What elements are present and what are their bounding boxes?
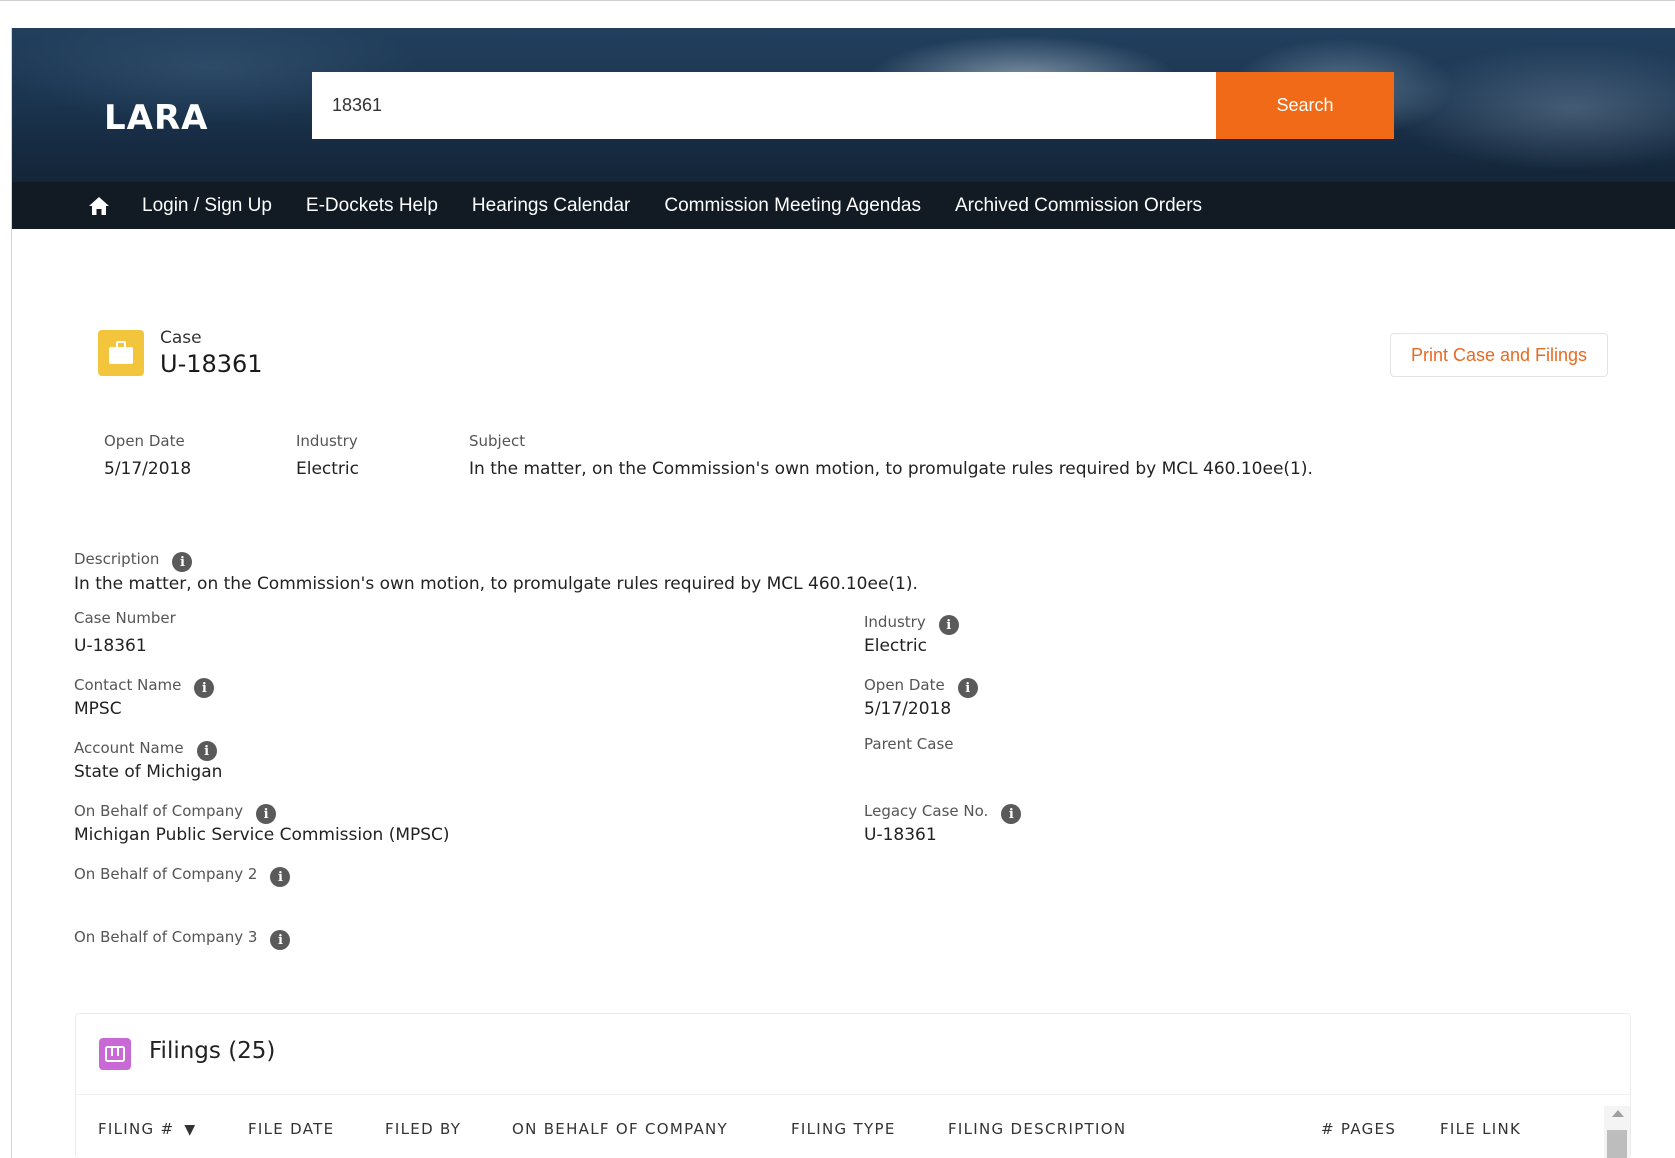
open-date-label: Open Date i — [864, 672, 978, 698]
info-icon[interactable]: i — [172, 552, 193, 572]
info-icon[interactable]: i — [938, 615, 959, 635]
info-icon[interactable]: i — [270, 867, 291, 887]
scroll-up-arrow-icon[interactable] — [1612, 1110, 1624, 1117]
nav-edockets-help[interactable]: E-Dockets Help — [306, 195, 438, 217]
search-input[interactable] — [312, 72, 1216, 139]
description-label: Description i — [74, 546, 193, 572]
case-label: Case — [160, 328, 202, 348]
on-behalf-value: Michigan Public Service Commission (MPSC… — [74, 825, 450, 845]
col-on-behalf-of-company[interactable]: ON BEHALF OF COMPANY — [512, 1120, 728, 1138]
on-behalf-2-label: On Behalf of Company 2i — [74, 861, 291, 887]
info-icon[interactable]: i — [256, 804, 277, 824]
col-filed-by[interactable]: FILED BY — [385, 1120, 461, 1138]
search-button[interactable]: Search — [1216, 72, 1394, 139]
home-icon[interactable] — [86, 193, 112, 219]
account-name-label: Account Name i — [74, 735, 217, 761]
industry-label: Industry i — [864, 609, 959, 635]
filings-card: Filings (25) FILING # ▼ FILE DATE FILED B… — [75, 1013, 1631, 1158]
description-value: In the matter, on the Commission's own m… — [74, 574, 918, 594]
case-number-label: Case Number — [74, 609, 176, 627]
nav-login-signup[interactable]: Login / Sign Up — [142, 195, 272, 217]
filings-title[interactable]: Filings (25) — [149, 1038, 275, 1064]
info-icon[interactable]: i — [1001, 804, 1022, 824]
contact-name-value: MPSC — [74, 699, 122, 719]
scrollbar-thumb[interactable] — [1607, 1130, 1627, 1158]
legacy-case-label: Legacy Case No. i — [864, 798, 1022, 824]
lara-logo[interactable]: LARA — [104, 90, 254, 146]
summary-industry-label: Industry — [296, 432, 358, 450]
open-date-value: 5/17/2018 — [864, 699, 952, 719]
contact-name-label: Contact Name i — [74, 672, 215, 698]
legacy-case-value: U-18361 — [864, 825, 937, 845]
info-icon[interactable]: i — [196, 741, 217, 761]
col-filing-description[interactable]: FILING DESCRIPTION — [948, 1120, 1126, 1138]
filings-divider — [76, 1094, 1630, 1095]
col-pages[interactable]: # PAGES — [1321, 1120, 1396, 1138]
case-number-title: U-18361 — [160, 350, 263, 378]
case-number-value: U-18361 — [74, 636, 147, 656]
filings-icon — [99, 1038, 131, 1070]
summary-open-date-label: Open Date — [104, 432, 185, 450]
col-filing-type[interactable]: FILING TYPE — [791, 1120, 896, 1138]
col-file-date[interactable]: FILE DATE — [248, 1120, 334, 1138]
industry-value: Electric — [864, 636, 927, 656]
on-behalf-3-label: On Behalf of Company 3i — [74, 924, 291, 950]
info-icon[interactable]: i — [270, 930, 291, 950]
on-behalf-label: On Behalf of Company i — [74, 798, 277, 824]
sort-desc-icon[interactable]: ▼ — [184, 1122, 196, 1138]
summary-industry: Electric — [296, 459, 359, 479]
print-case-filings-button[interactable]: Print Case and Filings — [1390, 333, 1608, 377]
filings-scrollbar[interactable] — [1604, 1106, 1630, 1158]
nav-hearings-calendar[interactable]: Hearings Calendar — [472, 195, 630, 217]
nav-archived-commission-orders[interactable]: Archived Commission Orders — [955, 195, 1202, 217]
summary-subject-label: Subject — [469, 432, 526, 450]
account-name-value: State of Michigan — [74, 762, 223, 782]
briefcase-icon — [98, 330, 144, 376]
logo-text: LARA — [104, 98, 209, 138]
nav-commission-meeting-agendas[interactable]: Commission Meeting Agendas — [664, 195, 921, 217]
info-icon[interactable]: i — [957, 678, 978, 698]
summary-subject: In the matter, on the Commission's own m… — [469, 459, 1313, 479]
info-icon[interactable]: i — [194, 678, 215, 698]
main-nav: Login / Sign Up E-Dockets Help Hearings … — [12, 182, 1675, 229]
summary-open-date: 5/17/2018 — [104, 459, 192, 479]
parent-case-label: Parent Case — [864, 735, 954, 753]
col-filing-number[interactable]: FILING # ▼ — [98, 1120, 197, 1138]
col-file-link[interactable]: FILE LINK — [1440, 1120, 1521, 1138]
